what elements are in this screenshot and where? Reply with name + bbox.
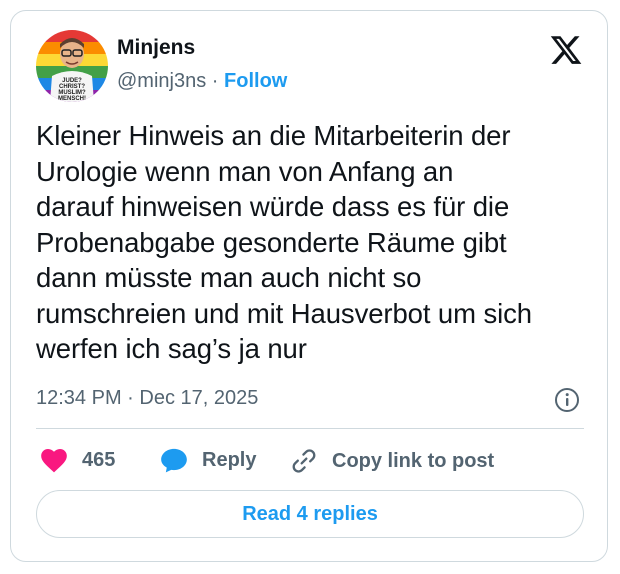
author-name[interactable]: Minjens bbox=[117, 36, 195, 60]
timestamp[interactable]: 12:34 PM · Dec 17, 2025 bbox=[36, 387, 258, 410]
tweet-text: Kleiner Hinweis an die Mitarbeiterin der… bbox=[36, 120, 532, 364]
x-logo-icon[interactable] bbox=[549, 33, 583, 67]
author-handle[interactable]: @minj3ns bbox=[117, 70, 206, 92]
copy-link-label: Copy link to post bbox=[332, 449, 495, 472]
reply-label: Reply bbox=[202, 448, 257, 471]
like-count: 465 bbox=[82, 448, 116, 471]
reply-bubble-icon bbox=[161, 448, 187, 473]
like-button[interactable]: 465 bbox=[40, 447, 115, 473]
avatar[interactable]: JUDE? CHRIST? MUSLIM? MENSCH! bbox=[36, 30, 108, 102]
author-handle-row: @minj3ns · Follow bbox=[117, 70, 287, 93]
divider bbox=[36, 428, 584, 429]
heart-icon bbox=[41, 449, 67, 473]
read-replies-label: Read 4 replies bbox=[242, 502, 378, 525]
read-replies-button[interactable]: Read 4 replies bbox=[36, 490, 584, 538]
copy-link-button[interactable]: Copy link to post bbox=[290, 447, 494, 475]
follow-button[interactable]: Follow bbox=[224, 70, 287, 92]
handle-separator: · bbox=[211, 70, 219, 92]
link-icon bbox=[292, 449, 316, 473]
reply-button[interactable]: Reply bbox=[160, 447, 256, 473]
info-icon[interactable] bbox=[554, 387, 580, 413]
